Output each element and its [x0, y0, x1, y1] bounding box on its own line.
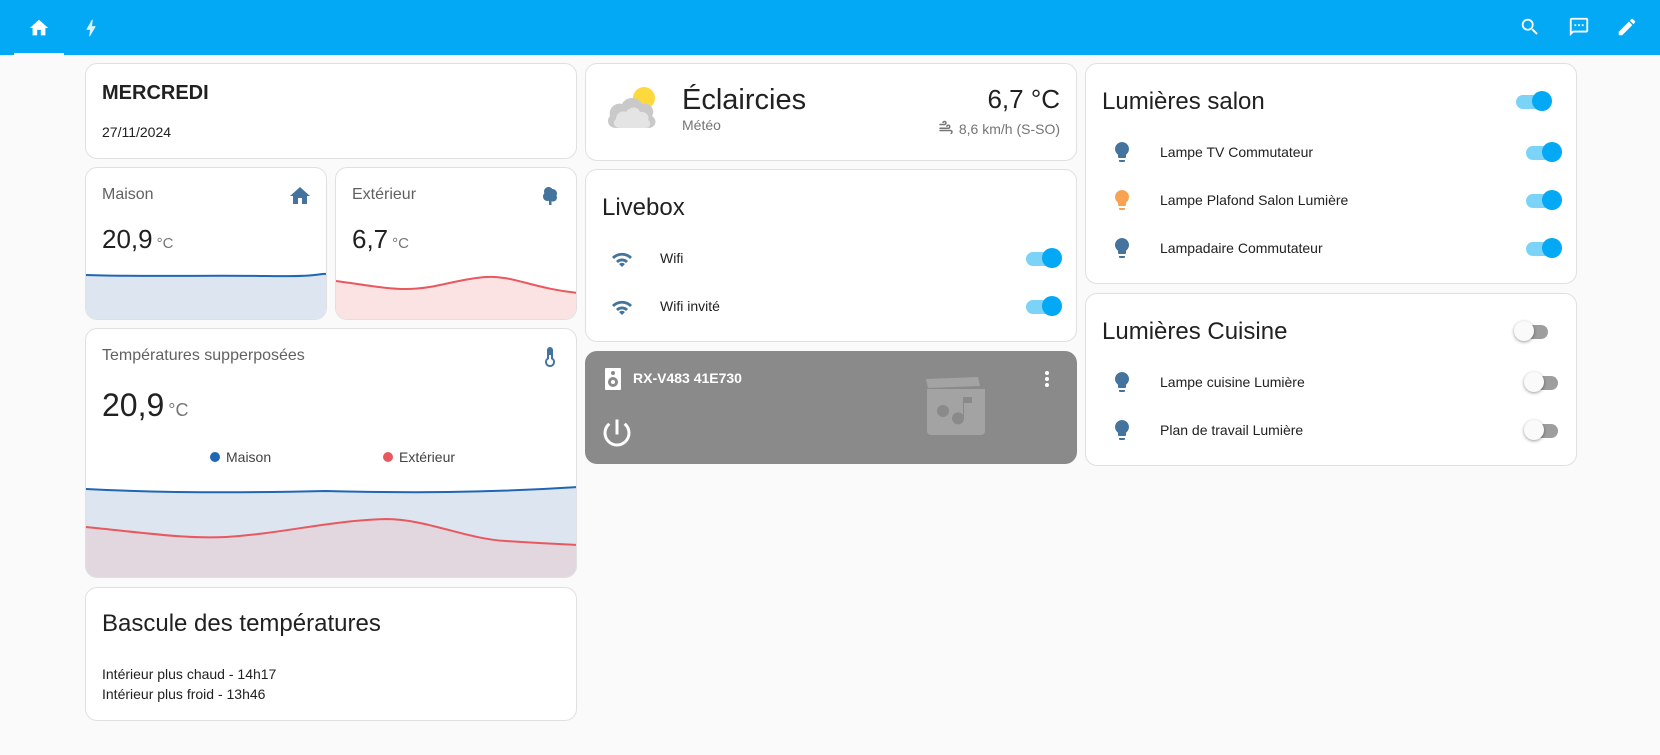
- edit-icon: [1618, 18, 1636, 36]
- entity-row-lampadaire[interactable]: Lampadaire Commutateur: [1102, 228, 1562, 268]
- media-player-card[interactable]: RX-V483 41E730: [585, 351, 1077, 464]
- entity-row-lampe-plafond[interactable]: Lampe Plafond Salon Lumière: [1102, 180, 1562, 220]
- partly-cloudy-icon: [608, 87, 656, 128]
- weather-card[interactable]: Éclaircies Météo 6,7 °C 8,6 km/h (S-SO): [585, 63, 1077, 161]
- power-button[interactable]: [599, 415, 635, 451]
- livebox-card: Livebox Wifi Wifi invité: [585, 169, 1077, 342]
- power-icon: [603, 419, 631, 447]
- date-label: 27/11/2024: [102, 124, 172, 140]
- lampe-tv-toggle[interactable]: [1524, 142, 1562, 162]
- legend-dot: [210, 452, 220, 462]
- top-app-bar: [0, 0, 1660, 55]
- maison-sensor-card[interactable]: Maison 20,9 °C: [85, 167, 327, 320]
- salon-master-toggle[interactable]: [1514, 91, 1552, 111]
- media-player-name: RX-V483 41E730: [633, 370, 742, 386]
- tab-home[interactable]: [14, 0, 64, 55]
- lightbulb-icon: [1110, 370, 1134, 394]
- wind-icon: [939, 120, 953, 135]
- lightbulb-icon: [1110, 418, 1134, 442]
- date-card: MERCREDI 27/11/2024: [85, 63, 577, 159]
- entity-row-wifi-invite[interactable]: Wifi invité: [602, 286, 1062, 326]
- entity-label: Lampe Plafond Salon Lumière: [1160, 192, 1349, 208]
- superposed-chart: [86, 486, 576, 577]
- home-icon: [29, 19, 49, 35]
- movie-music-icon: [923, 377, 989, 435]
- lights-cuisine-card: Lumières Cuisine Lampe cuisine Lumière P…: [1085, 293, 1577, 466]
- entity-row-lampe-tv[interactable]: Lampe TV Commutateur: [1102, 132, 1562, 172]
- entity-label: Wifi invité: [660, 298, 720, 314]
- legend-label: Extérieur: [399, 449, 456, 465]
- legend-label: Maison: [226, 449, 272, 465]
- lightbulb-icon: [1110, 188, 1134, 212]
- day-label: MERCREDI: [102, 82, 209, 104]
- sensor-name: Extérieur: [352, 186, 417, 203]
- entity-label: Lampe cuisine Lumière: [1160, 374, 1305, 390]
- entity-row-plan-de-travail[interactable]: Plan de travail Lumière: [1102, 410, 1560, 450]
- plan-de-travail-toggle[interactable]: [1524, 420, 1560, 440]
- sensor-unit: °C: [156, 235, 174, 252]
- dots-vertical-icon: [1045, 371, 1049, 387]
- sensor-name: Maison: [102, 186, 154, 203]
- card-title: Lumières salon: [1102, 88, 1265, 115]
- sensor-value: 6,7 °C: [352, 224, 409, 255]
- bascule-line-colder: Intérieur plus froid - 13h46: [102, 686, 266, 702]
- speaker-icon: [603, 367, 623, 391]
- entity-label: Lampadaire Commutateur: [1160, 240, 1323, 256]
- wifi-icon: [610, 246, 634, 270]
- more-options-button[interactable]: [1035, 367, 1059, 391]
- tab-energy[interactable]: [66, 0, 116, 55]
- wifi-toggle[interactable]: [1024, 248, 1062, 268]
- sensor-value: 20,9 °C: [102, 224, 173, 255]
- entity-row-wifi[interactable]: Wifi: [602, 238, 1062, 278]
- entity-label: Wifi: [660, 250, 684, 266]
- card-title: Températures supperposées: [102, 347, 305, 364]
- sensor-value: 20,9 °C: [102, 387, 188, 424]
- home-icon: [288, 184, 312, 208]
- sensor-value-number: 20,9: [102, 224, 153, 254]
- wifi-icon: [610, 294, 634, 318]
- wifi-invite-toggle[interactable]: [1024, 296, 1062, 316]
- sensor-value-number: 6,7: [352, 224, 389, 254]
- legend-item-exterieur[interactable]: Extérieur: [383, 449, 455, 465]
- weather-temperature: 6,7 °C: [987, 84, 1060, 114]
- cuisine-master-toggle[interactable]: [1514, 321, 1550, 341]
- legend-item-maison[interactable]: Maison: [210, 449, 271, 465]
- assist-icon: [1569, 17, 1589, 37]
- maison-sparkline: [86, 272, 326, 319]
- lightbulb-icon: [1110, 236, 1134, 260]
- entity-row-lampe-cuisine[interactable]: Lampe cuisine Lumière: [1102, 362, 1560, 402]
- lightning-icon: [86, 19, 96, 36]
- exterieur-sensor-card[interactable]: Extérieur 6,7 °C: [335, 167, 577, 320]
- temperature-switch-card: Bascule des températures Intérieur plus …: [85, 587, 577, 721]
- exterieur-sparkline: [336, 275, 576, 319]
- edit-button[interactable]: [1614, 14, 1640, 40]
- tree-icon: [538, 184, 562, 208]
- card-title: Bascule des températures: [102, 610, 381, 637]
- search-button[interactable]: [1517, 14, 1543, 40]
- bascule-line-warmer: Intérieur plus chaud - 14h17: [102, 666, 277, 682]
- weather-subtitle: Météo: [682, 117, 721, 133]
- thermometer-icon: [538, 345, 562, 369]
- entity-label: Lampe TV Commutateur: [1160, 144, 1314, 160]
- lights-salon-card: Lumières salon Lampe TV Commutateur Lamp…: [1085, 63, 1577, 284]
- assist-button[interactable]: [1566, 14, 1592, 40]
- lampe-plafond-toggle[interactable]: [1524, 190, 1562, 210]
- card-title: Lumières Cuisine: [1102, 318, 1288, 345]
- wind-value: 8,6 km/h (S-SO): [958, 121, 1060, 137]
- sensor-unit: °C: [168, 400, 189, 420]
- sensor-value-number: 20,9: [102, 387, 165, 423]
- weather-wind: 8,6 km/h (S-SO): [937, 120, 1060, 138]
- lightbulb-icon: [1110, 140, 1134, 164]
- weather-condition: Éclaircies: [682, 84, 807, 116]
- search-icon: [1521, 18, 1538, 35]
- lampadaire-toggle[interactable]: [1524, 238, 1562, 258]
- legend-dot: [383, 452, 393, 462]
- sensor-unit: °C: [392, 235, 409, 252]
- superposed-temperatures-card[interactable]: Températures supperposées 20,9 °C Maison …: [85, 328, 577, 578]
- entity-label: Plan de travail Lumière: [1160, 422, 1304, 438]
- lampe-cuisine-toggle[interactable]: [1524, 372, 1560, 392]
- card-title: Livebox: [602, 194, 685, 221]
